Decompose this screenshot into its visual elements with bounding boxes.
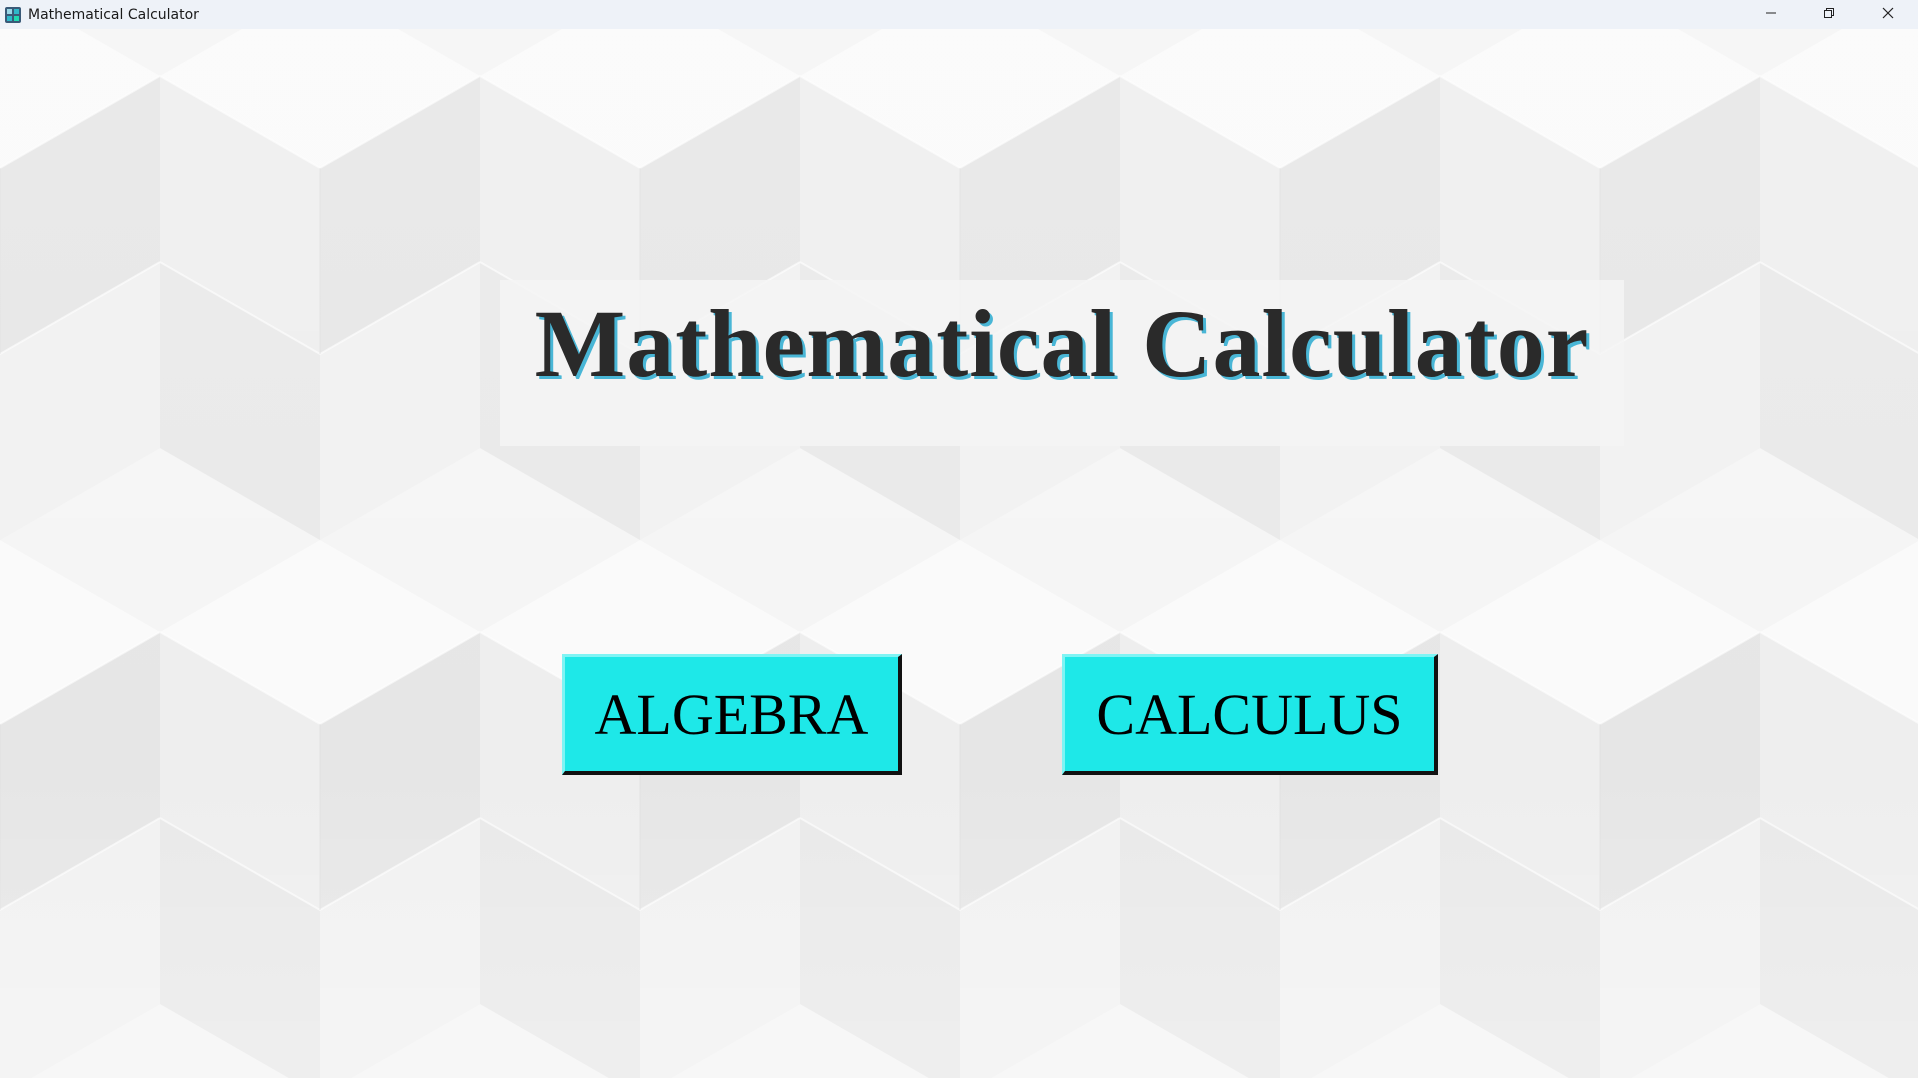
background-pattern bbox=[0, 29, 1918, 1078]
algebra-button[interactable]: ALGEBRA bbox=[562, 654, 902, 775]
app-window: Mathematical Calculator Mathematical Cal… bbox=[0, 0, 1918, 1078]
restore-button[interactable] bbox=[1800, 0, 1858, 29]
window-title: Mathematical Calculator bbox=[28, 6, 199, 23]
close-button[interactable] bbox=[1859, 0, 1917, 29]
calculator-app-icon bbox=[5, 6, 21, 23]
calculus-button[interactable]: CALCULUS bbox=[1062, 654, 1438, 775]
restore-icon bbox=[1823, 6, 1835, 24]
close-icon bbox=[1882, 6, 1894, 24]
minimize-icon bbox=[1765, 6, 1777, 24]
page-title: Mathematical Calculator bbox=[534, 290, 1590, 397]
title-bar[interactable]: Mathematical Calculator bbox=[0, 0, 1918, 29]
minimize-button[interactable] bbox=[1742, 0, 1800, 29]
